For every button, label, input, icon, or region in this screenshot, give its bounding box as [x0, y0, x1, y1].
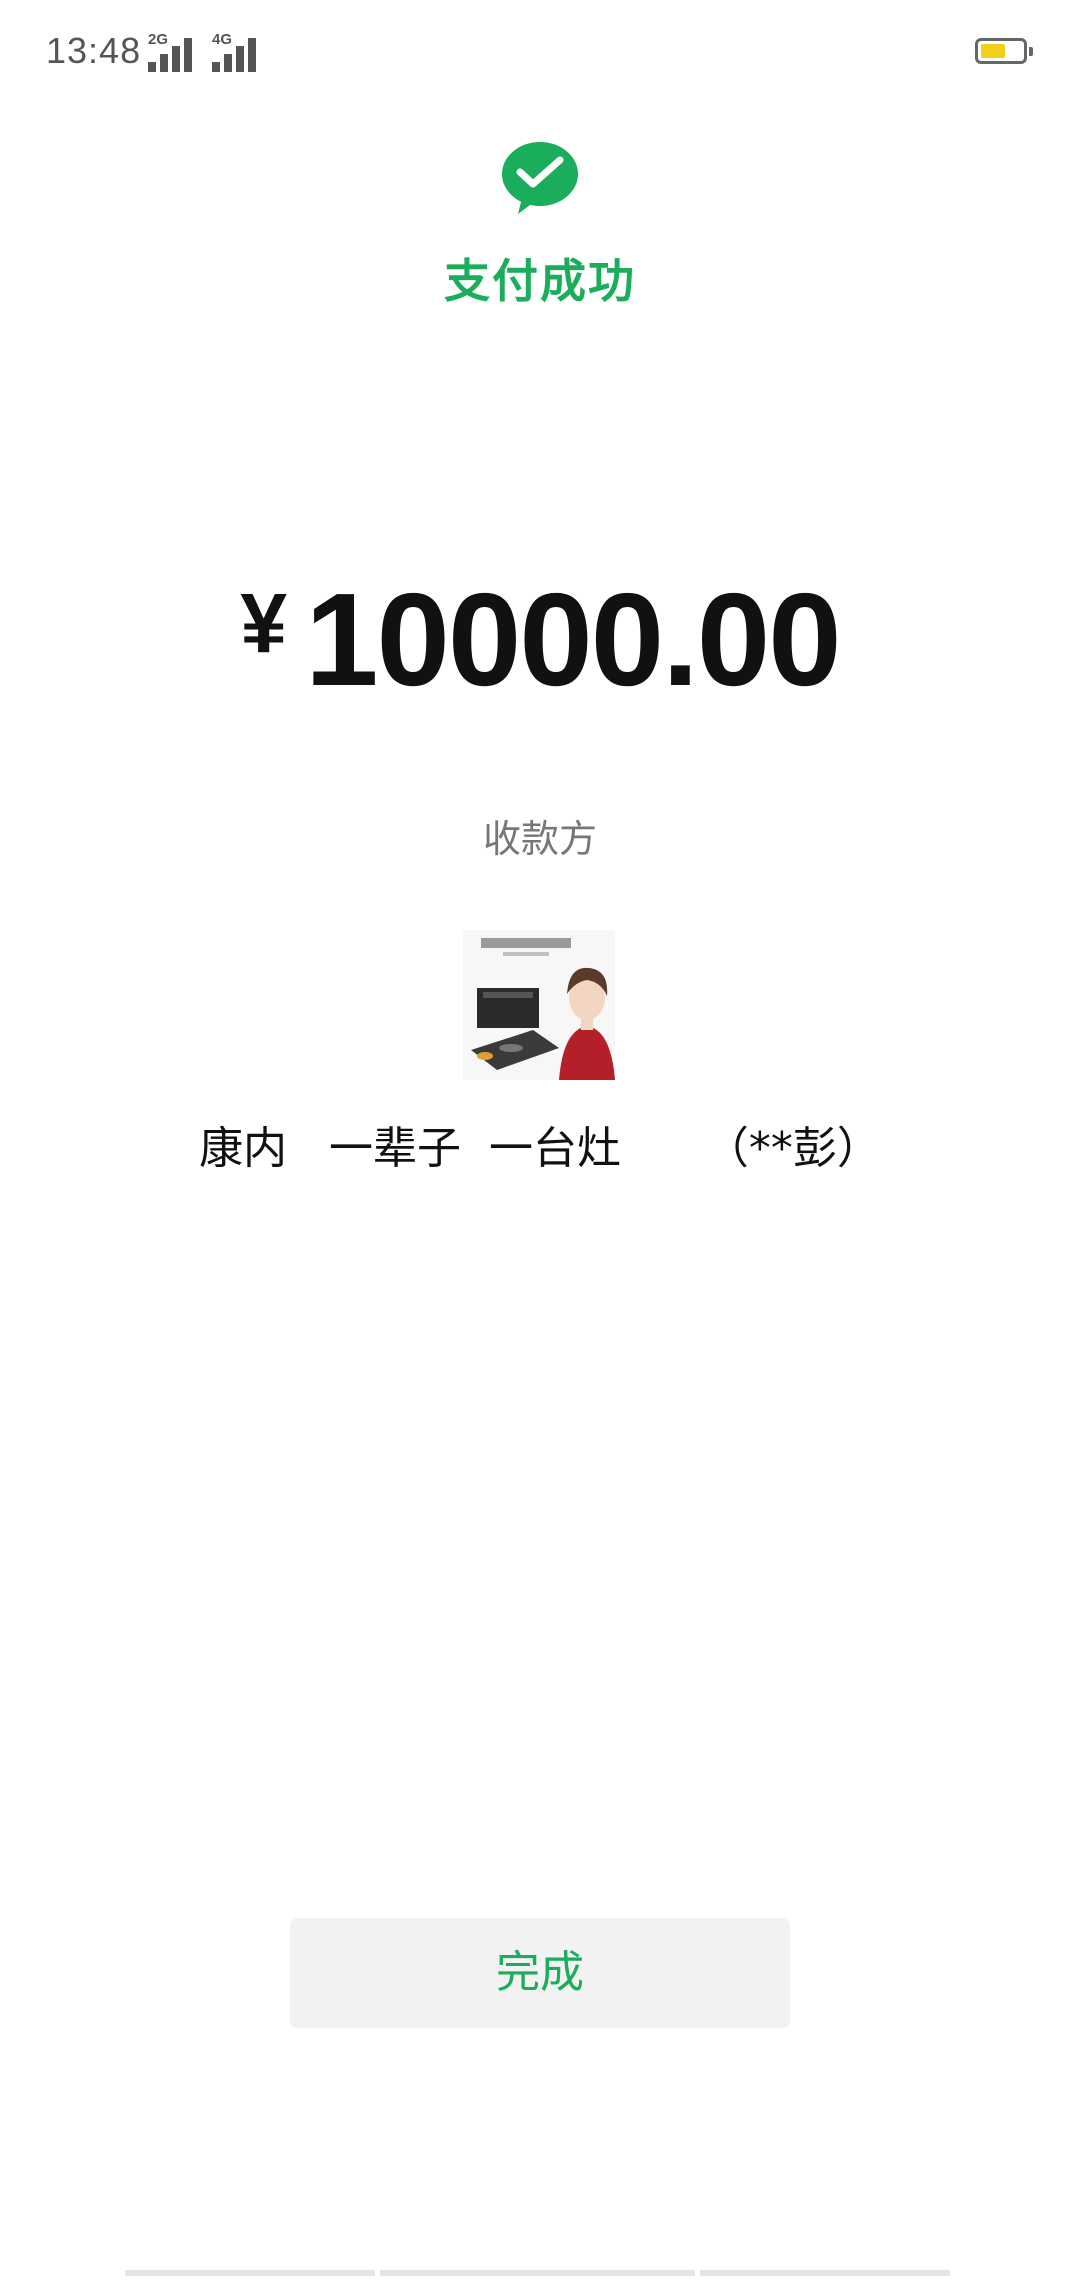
bottom-divider	[125, 2270, 375, 2276]
wechat-pay-check-icon	[502, 142, 578, 214]
battery-level	[981, 44, 1005, 58]
status-bar: 13:48 2G 4G	[0, 0, 1080, 110]
status-time: 13:48	[46, 30, 142, 71]
payment-success-title: 支付成功	[444, 254, 636, 308]
currency-symbol: ¥	[240, 576, 288, 670]
bottom-divider	[700, 2270, 950, 2276]
payment-amount: 10000.00	[305, 566, 842, 713]
signal-4g-icon: 4G	[212, 30, 262, 72]
payee-name: 康内 一辈子 一台灶 （**彭）	[199, 1123, 881, 1174]
payee-avatar-image	[463, 930, 615, 1080]
payee-label: 收款方	[482, 817, 597, 861]
done-button[interactable]: 完成	[290, 1918, 790, 2028]
bottom-divider	[380, 2270, 695, 2276]
amount-row: ¥10000.00	[0, 565, 1080, 715]
payee-avatar	[463, 930, 615, 1080]
signal-2g-icon: 2G	[148, 30, 198, 72]
battery-icon	[975, 38, 1033, 64]
